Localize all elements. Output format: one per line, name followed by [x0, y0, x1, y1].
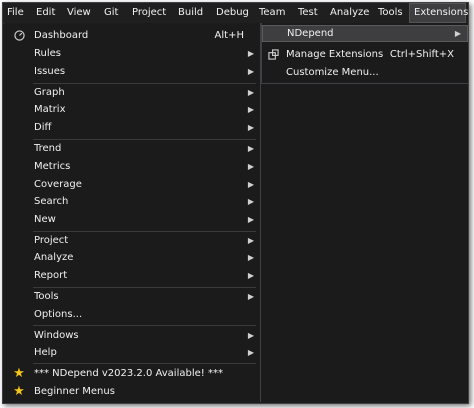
menu-item-label: New — [34, 214, 56, 225]
star-icon: ★ — [13, 366, 25, 381]
menu-item-windows[interactable]: Windows ▶ — [5, 327, 260, 344]
menu-item-label: Metrics — [34, 161, 71, 172]
menu-item-label: Manage Extensions — [286, 49, 384, 60]
menu-item-label: Rules — [34, 48, 61, 59]
menu-item-options[interactable]: Options... — [5, 306, 260, 323]
menu-item-new[interactable]: New ▶ — [5, 211, 260, 228]
menu-item-label: Coverage — [34, 179, 82, 190]
menu-item-customize-menu[interactable]: Customize Menu... — [262, 64, 468, 81]
menu-item-label: Diff — [34, 122, 52, 133]
chevron-right-icon: ▶ — [247, 331, 254, 340]
menu-item-label: NDepend — [287, 28, 334, 39]
menu-debug[interactable]: Debug — [212, 3, 253, 23]
menu-separator — [33, 363, 256, 364]
chevron-right-icon: ▶ — [247, 236, 254, 245]
menu-team[interactable]: Team — [255, 3, 289, 23]
menu-item-label: Customize Menu... — [286, 67, 379, 78]
menu-view[interactable]: View — [63, 3, 95, 23]
menu-separator — [33, 325, 256, 326]
menu-tools[interactable]: Tools — [374, 3, 407, 23]
chevron-right-icon: ▶ — [247, 253, 254, 262]
chevron-right-icon: ▶ — [247, 180, 254, 189]
menu-item-shortcut: Ctrl+Shift+X — [389, 49, 454, 60]
chevron-right-icon: ▶ — [247, 162, 254, 171]
menu-item-label: *** NDepend v2023.2.0 Available! *** — [34, 368, 223, 379]
menu-item-metrics[interactable]: Metrics ▶ — [5, 158, 260, 175]
chevron-right-icon: ▶ — [247, 215, 254, 224]
chevron-right-icon: ▶ — [247, 49, 254, 58]
menu-extensions[interactable]: Extensions — [409, 3, 468, 23]
menu-item-beginner-menus[interactable]: ★ Beginner Menus — [5, 383, 260, 400]
menu-item-report[interactable]: Report ▶ — [5, 267, 260, 284]
menu-build[interactable]: Build — [174, 3, 207, 23]
app-window: File Edit View Git Project Build Debug T… — [2, 2, 469, 404]
menu-item-label: Help — [34, 347, 57, 358]
menu-item-issues[interactable]: Issues ▶ — [5, 63, 260, 80]
chevron-right-icon: ▶ — [247, 197, 254, 206]
chevron-right-icon: ▶ — [247, 105, 254, 114]
menu-item-label: Windows — [34, 330, 79, 341]
chevron-right-icon: ▶ — [247, 67, 254, 76]
menu-item-matrix[interactable]: Matrix ▶ — [5, 101, 260, 118]
menu-item-rules[interactable]: Rules ▶ — [5, 45, 260, 62]
menu-project[interactable]: Project — [128, 3, 170, 23]
menu-item-label: Graph — [34, 87, 65, 98]
chevron-right-icon: ▶ — [247, 88, 254, 97]
menu-item-label: Beginner Menus — [34, 386, 115, 397]
menu-item-label: Matrix — [34, 104, 66, 115]
menu-bar: File Edit View Git Project Build Debug T… — [3, 3, 468, 24]
menu-item-project[interactable]: Project ▶ — [5, 232, 260, 249]
menu-item-dashboard[interactable]: Dashboard Alt+H — [5, 27, 260, 44]
menu-item-diff[interactable]: Diff ▶ — [5, 119, 260, 136]
menu-item-label: Report — [34, 270, 68, 281]
menu-item-trend[interactable]: Trend ▶ — [5, 140, 260, 157]
menu-item-graph[interactable]: Graph ▶ — [5, 84, 260, 101]
menu-item-manage-extensions[interactable]: Manage Extensions Ctrl+Shift+X — [262, 46, 468, 63]
menu-file[interactable]: File — [3, 3, 28, 23]
menu-item-help[interactable]: Help ▶ — [5, 344, 260, 361]
menu-item-update-available[interactable]: ★ *** NDepend v2023.2.0 Available! *** — [5, 365, 260, 382]
menu-item-label: Tools — [34, 291, 59, 302]
chevron-right-icon: ▶ — [247, 123, 254, 132]
extensions-icon — [266, 46, 280, 63]
menu-item-label: Issues — [34, 66, 66, 77]
menu-item-coverage[interactable]: Coverage ▶ — [5, 176, 260, 193]
menu-item-shortcut: Alt+H — [214, 30, 244, 41]
chevron-right-icon: ▶ — [454, 29, 461, 38]
menu-edit[interactable]: Edit — [32, 3, 59, 23]
chevron-right-icon: ▶ — [247, 348, 254, 357]
menu-item-label: Analyze — [34, 252, 74, 263]
menu-git[interactable]: Git — [100, 3, 122, 23]
menu-item-label: Options... — [34, 309, 83, 320]
menu-item-search[interactable]: Search ▶ — [5, 193, 260, 210]
extensions-menu: NDepend ▶ Manage Extensions Ctrl+Shift+X… — [261, 23, 468, 84]
menu-test[interactable]: Test — [294, 3, 322, 23]
menu-item-tools[interactable]: Tools ▶ — [5, 288, 260, 305]
menu-item-label: Dashboard — [34, 30, 89, 41]
gauge-icon — [12, 27, 26, 44]
chevron-right-icon: ▶ — [247, 271, 254, 280]
ndepend-submenu: Dashboard Alt+H Rules ▶ Issues ▶ Graph ▶… — [5, 23, 261, 402]
chevron-right-icon: ▶ — [247, 144, 254, 153]
menu-item-label: Search — [34, 196, 69, 207]
menu-item-label: Project — [34, 235, 69, 246]
menu-item-label: Trend — [34, 143, 62, 154]
menu-item-analyze[interactable]: Analyze ▶ — [5, 249, 260, 266]
menu-item-ndepend[interactable]: NDepend ▶ — [262, 25, 468, 42]
chevron-right-icon: ▶ — [247, 292, 254, 301]
menu-analyze[interactable]: Analyze — [326, 3, 373, 23]
star-icon: ★ — [13, 384, 25, 399]
